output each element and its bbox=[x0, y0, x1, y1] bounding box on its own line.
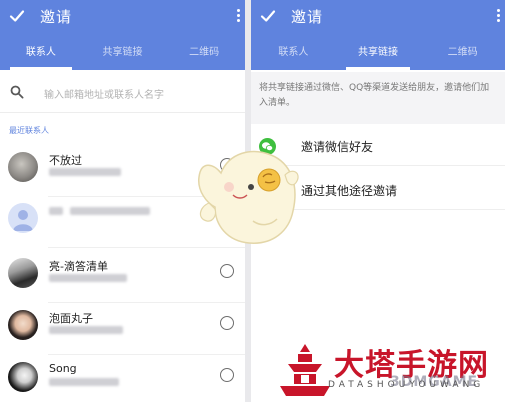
contact-detail-redacted bbox=[49, 326, 123, 334]
page-title: 邀请 bbox=[291, 8, 324, 26]
tab-bar: 联系人 共享链接 二维码 bbox=[0, 40, 245, 70]
contact-row[interactable]: 泡面丸子 bbox=[0, 303, 245, 355]
pagoda-logo-icon bbox=[280, 344, 330, 396]
checkmark-icon[interactable] bbox=[8, 7, 26, 25]
contact-row[interactable]: Song bbox=[0, 355, 245, 402]
tab-contacts[interactable]: 联系人 bbox=[251, 40, 336, 70]
invite-wechat-label: 邀请微信好友 bbox=[301, 140, 374, 154]
invite-other-label: 通过其他途径邀请 bbox=[301, 184, 398, 198]
more-options-icon[interactable] bbox=[237, 9, 241, 23]
page-title: 邀请 bbox=[40, 8, 73, 26]
select-radio[interactable] bbox=[220, 368, 234, 382]
share-description: 将共享链接通过微信、QQ等渠道发送给朋友，邀请他们加入清单。 bbox=[251, 72, 505, 124]
tab-contacts[interactable]: 联系人 bbox=[0, 40, 82, 70]
avatar bbox=[8, 152, 38, 182]
more-options-icon[interactable] bbox=[497, 9, 501, 23]
contact-name: Song bbox=[49, 362, 77, 375]
tab-share-link[interactable]: 共享链接 bbox=[82, 40, 164, 70]
contact-name: 亮-滴答清单 bbox=[49, 260, 108, 273]
tab-share-link[interactable]: 共享链接 bbox=[336, 40, 421, 70]
section-header-recent: 最近联系人 bbox=[9, 126, 49, 135]
avatar bbox=[8, 362, 38, 392]
tab-qr-code[interactable]: 二维码 bbox=[163, 40, 245, 70]
search-bar[interactable]: 输入邮箱地址或联系人名字 bbox=[0, 72, 245, 113]
contact-detail-redacted bbox=[49, 168, 121, 176]
select-radio[interactable] bbox=[220, 264, 234, 278]
avatar-placeholder-icon bbox=[8, 203, 38, 233]
contact-detail-redacted bbox=[49, 274, 127, 282]
select-radio[interactable] bbox=[220, 316, 234, 330]
watermark-logo: 大塔手游网 3DMGAME DATASHOUYOUWANG bbox=[278, 342, 500, 400]
app-bar: 邀请 联系人 共享链接 二维码 bbox=[251, 0, 505, 70]
checkmark-icon[interactable] bbox=[259, 7, 277, 25]
search-icon bbox=[10, 85, 24, 99]
app-bar: 邀请 联系人 共享链接 二维码 bbox=[0, 0, 245, 70]
contact-detail-redacted bbox=[49, 378, 119, 386]
contact-row[interactable]: 亮-滴答清单 bbox=[0, 251, 245, 303]
contact-name-redacted bbox=[70, 207, 150, 215]
contact-name: 不放过 bbox=[49, 154, 82, 167]
tab-bar: 联系人 共享链接 二维码 bbox=[251, 40, 505, 70]
contact-name: 泡面丸子 bbox=[49, 312, 93, 325]
mascot-sticker-icon bbox=[198, 150, 299, 244]
avatar bbox=[8, 258, 38, 288]
search-input[interactable]: 输入邮箱地址或联系人名字 bbox=[44, 86, 164, 101]
contact-name-redacted bbox=[49, 207, 63, 215]
avatar bbox=[8, 310, 38, 340]
watermark-subtitle: DATASHOUYOUWANG bbox=[328, 380, 485, 390]
tab-qr-code[interactable]: 二维码 bbox=[420, 40, 505, 70]
